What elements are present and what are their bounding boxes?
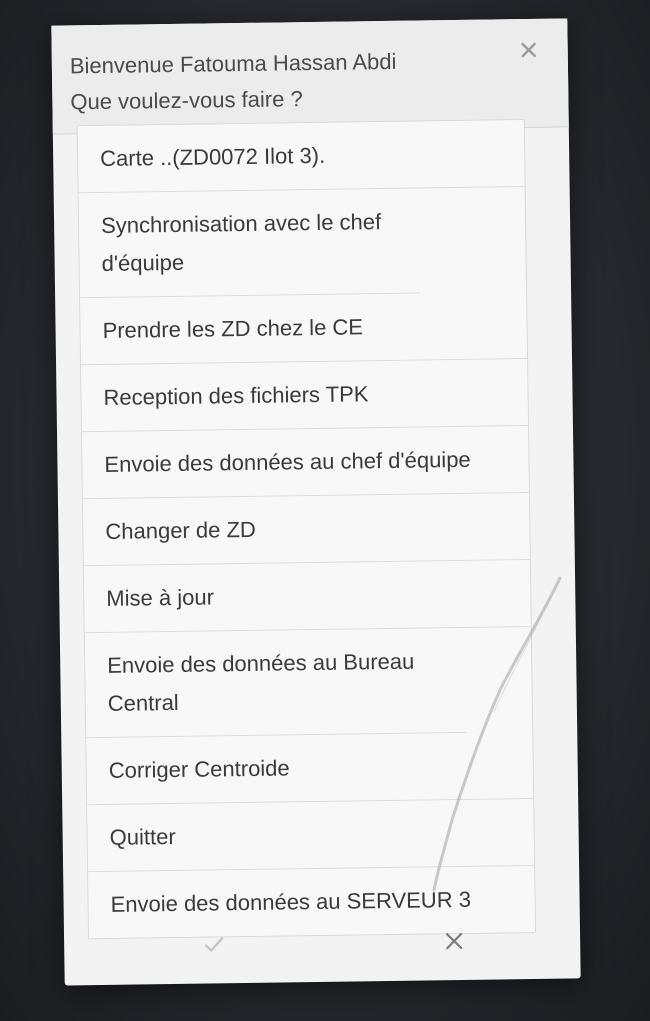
dialog-header: Bienvenue Fatouma Hassan Abdi Que voulez…: [51, 18, 569, 135]
dialog-footer: [64, 900, 581, 985]
menu-item-changer-zd[interactable]: Changer de ZD: [82, 493, 530, 567]
dialog-question: Que voulez-vous faire ?: [70, 86, 303, 115]
menu-item-corriger-centroide[interactable]: Corriger Centroide: [86, 732, 534, 806]
menu-item-mise-a-jour[interactable]: Mise à jour: [83, 560, 531, 634]
cancel-button[interactable]: [364, 915, 545, 968]
close-icon: [445, 932, 463, 950]
menu-item-envoie-bureau-central[interactable]: Envoie des données au Bureau Central: [84, 627, 467, 739]
action-menu: Carte ..(ZD0072 Ilot 3). Synchronisation…: [76, 119, 537, 940]
menu-item-envoie-chef-equipe[interactable]: Envoie des données au chef d'équipe: [82, 426, 529, 500]
menu-item-carte[interactable]: Carte ..(ZD0072 Ilot 3).: [77, 120, 525, 194]
checkmark-icon: [204, 937, 224, 952]
action-dialog: Bienvenue Fatouma Hassan Abdi Que voulez…: [51, 18, 581, 986]
menu-item-prendre-zd[interactable]: Prendre les ZD chez le CE: [80, 292, 528, 366]
menu-item-quitter[interactable]: Quitter: [87, 798, 535, 873]
confirm-button[interactable]: [124, 918, 305, 971]
menu-item-reception-tpk[interactable]: Reception des fichiers TPK: [81, 359, 528, 433]
welcome-message: Bienvenue Fatouma Hassan Abdi: [69, 48, 397, 79]
close-icon[interactable]: [511, 33, 545, 67]
menu-item-synchronisation[interactable]: Synchronisation avec le chef d'équipe: [78, 188, 421, 299]
